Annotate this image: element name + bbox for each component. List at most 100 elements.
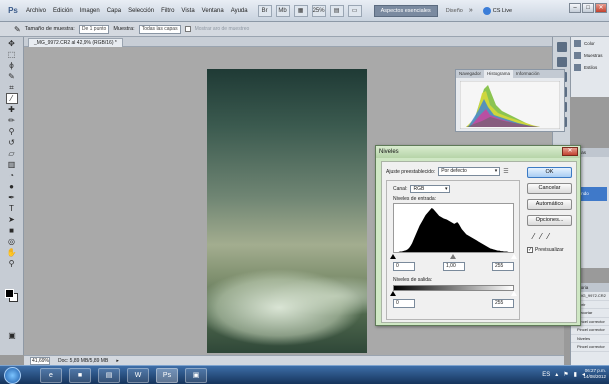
output-white-slider[interactable] <box>511 291 517 296</box>
close-button[interactable]: ✕ <box>595 3 607 13</box>
bridge-icon[interactable]: Br <box>257 4 272 17</box>
color-panel-row[interactable]: Color <box>571 37 609 49</box>
ok-button[interactable]: OK <box>527 167 572 178</box>
menu-capa[interactable]: Capa <box>107 8 121 14</box>
zoom-level[interactable]: 25% <box>311 4 326 17</box>
styles-panel-row[interactable]: Estilos <box>571 61 609 73</box>
eraser-tool-icon[interactable]: ▱ <box>7 149 17 158</box>
network-icon[interactable]: ▮ <box>574 368 577 382</box>
lasso-tool-icon[interactable]: ϕ <box>7 61 17 70</box>
workspace-button[interactable]: Aspectos esenciales <box>373 4 438 17</box>
menu-seleccion[interactable]: Selección <box>128 8 154 14</box>
foreground-color-swatch[interactable] <box>5 289 14 298</box>
workspace-design[interactable]: Diseño <box>446 8 463 14</box>
input-white-field[interactable]: 255 <box>492 262 514 271</box>
input-black-slider[interactable] <box>390 254 396 259</box>
preset-select[interactable]: Por defecto <box>438 167 501 176</box>
move-tool-icon[interactable]: ✥ <box>7 39 17 48</box>
status-arrow-icon[interactable]: ▸ <box>116 358 119 364</box>
tab-navegador[interactable]: Navegador <box>456 70 484 78</box>
info-panel-icon[interactable] <box>556 57 567 67</box>
options-button[interactable]: Opciones... <box>527 215 572 226</box>
input-levels-slider[interactable] <box>390 254 517 260</box>
history-item[interactable]: Pincel corrector <box>571 326 609 335</box>
menu-archivo[interactable]: Archivo <box>26 8 46 14</box>
eyedropper-tool-icon[interactable]: ✎ <box>14 25 21 34</box>
cs-live[interactable]: CS Live <box>482 6 512 15</box>
white-eyedropper-icon[interactable]: ⁄ <box>548 232 549 241</box>
menu-filtro[interactable]: Filtro <box>161 8 174 14</box>
marquee-tool-icon[interactable]: ⬚ <box>7 50 17 59</box>
channel-select[interactable]: RGB <box>410 185 451 193</box>
screen-mode-icon[interactable]: ▭ <box>347 4 362 17</box>
taskbar-photoshop[interactable]: Ps <box>156 368 178 383</box>
sample-size-select[interactable]: De 1 punto <box>78 24 110 34</box>
dodge-tool-icon[interactable]: ● <box>7 182 17 191</box>
path-select-icon[interactable]: ➤ <box>7 215 17 224</box>
tab-informacion[interactable]: Información <box>513 70 543 78</box>
taskbar-app6[interactable]: ▣ <box>185 368 207 383</box>
clock[interactable]: 06:27 p.m. 14/08/2012 <box>583 368 606 380</box>
healing-brush-icon[interactable]: ✚ <box>7 105 17 114</box>
preset-menu-icon[interactable]: ☰ <box>503 168 508 175</box>
preview-checkbox[interactable]: ✓ <box>527 247 533 253</box>
zoom-tool-icon[interactable]: ⚲ <box>7 259 17 268</box>
blur-tool-icon[interactable]: ◔ <box>7 171 17 180</box>
output-black-slider[interactable] <box>390 291 396 296</box>
tray-arrow-icon[interactable]: ▴ <box>555 368 558 382</box>
output-levels-slider[interactable] <box>390 291 517 297</box>
pen-tool-icon[interactable]: ✒ <box>7 193 17 202</box>
gray-eyedropper-icon[interactable]: ⁄ <box>540 232 541 241</box>
crop-tool-icon[interactable]: ⌗ <box>7 83 17 92</box>
shape-tool-icon[interactable]: ■ <box>7 226 17 235</box>
start-button[interactable] <box>4 367 21 384</box>
taskbar-app3[interactable]: ▤ <box>98 368 120 383</box>
swatches-panel-row[interactable]: Muestras <box>571 49 609 61</box>
type-tool-icon[interactable]: T <box>7 204 17 213</box>
menu-vista[interactable]: Vista <box>181 8 194 14</box>
input-white-slider[interactable] <box>511 254 517 259</box>
menu-ventana[interactable]: Ventana <box>202 8 224 14</box>
flag-icon[interactable]: ⚑ <box>563 368 568 382</box>
eyedropper-icon[interactable]: ⁄ <box>5 93 18 104</box>
history-item[interactable]: Niveles <box>571 335 609 343</box>
maximize-button[interactable]: □ <box>582 3 594 13</box>
language-indicator[interactable]: ES <box>542 368 550 382</box>
menu-ayuda[interactable]: Ayuda <box>231 8 248 14</box>
tab-histograma[interactable]: Histograma <box>484 70 514 78</box>
menu-imagen[interactable]: Imagen <box>80 8 100 14</box>
taskbar-explorer[interactable]: ■ <box>69 368 91 383</box>
output-white-field[interactable]: 255 <box>492 299 514 308</box>
taskbar-word[interactable]: W <box>127 368 149 383</box>
cancel-button[interactable]: Cancelar <box>527 183 572 194</box>
output-black-field[interactable]: 0 <box>393 299 415 308</box>
taskbar-ie[interactable]: e <box>40 368 62 383</box>
minibridge-icon[interactable]: Mb <box>275 4 290 17</box>
view-extras-icon[interactable]: ▦ <box>293 4 308 17</box>
quick-select-tool-icon[interactable]: ✎ <box>7 72 17 81</box>
history-brush-icon[interactable]: ↺ <box>7 138 17 147</box>
hand-tool-icon[interactable]: ✋ <box>7 248 17 257</box>
histogram-panel-icon[interactable] <box>556 42 567 52</box>
input-gamma-field[interactable]: 1,00 <box>443 262 465 271</box>
brush-tool-icon[interactable]: ✏ <box>7 116 17 125</box>
show-ring-checkbox[interactable] <box>184 26 191 32</box>
3d-rotate-icon[interactable]: ◎ <box>7 237 17 246</box>
menu-edicion[interactable]: Edición <box>53 8 73 14</box>
quick-mask-icon[interactable]: ▣ <box>7 331 17 340</box>
levels-titlebar[interactable]: Niveles ✕ <box>376 146 580 158</box>
document-image[interactable] <box>207 69 367 353</box>
arrange-docs-icon[interactable]: ▤ <box>329 4 344 17</box>
levels-close-button[interactable]: ✕ <box>562 147 578 156</box>
history-item[interactable]: Pincel corrector <box>571 343 609 352</box>
more-workspaces-icon[interactable]: » <box>469 7 473 14</box>
input-black-field[interactable]: 0 <box>393 262 415 271</box>
document-tab[interactable]: _MG_9972.CR2 al 42,9% (RGB/16) * <box>28 38 123 47</box>
sample-select[interactable]: Todas las capas <box>138 24 181 34</box>
auto-button[interactable]: Automático <box>527 199 572 210</box>
black-eyedropper-icon[interactable]: ⁄ <box>533 232 534 241</box>
status-zoom[interactable]: 41,69% <box>30 356 50 365</box>
input-gamma-slider[interactable] <box>450 254 456 259</box>
gradient-tool-icon[interactable]: ▥ <box>7 160 17 169</box>
clone-stamp-icon[interactable]: ⚲ <box>7 127 17 136</box>
